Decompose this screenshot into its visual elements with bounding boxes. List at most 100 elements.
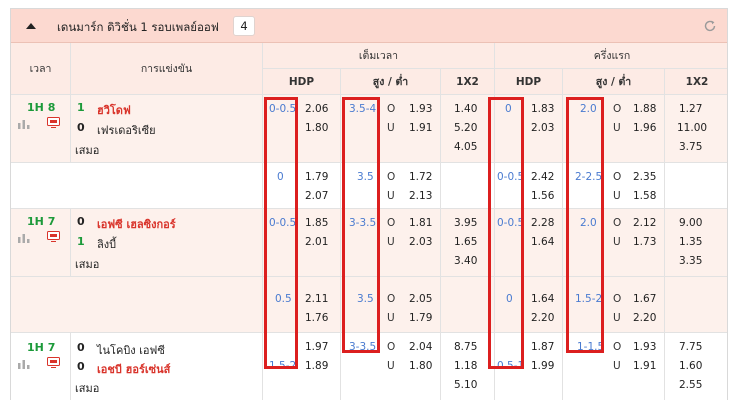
ft-hdp-home-odd[interactable]: 1.79	[305, 171, 328, 183]
stats-icon[interactable]	[18, 233, 30, 243]
fh-ou-line: 2-2.5	[575, 171, 603, 183]
fh-1x2-home[interactable]: 7.75	[679, 341, 702, 353]
under-label: U	[387, 236, 395, 248]
ft-over-odd[interactable]: 2.04	[409, 341, 432, 353]
chevron-up-icon[interactable]	[25, 20, 37, 32]
ft-over-odd[interactable]: 2.05	[409, 293, 432, 305]
ft-1x2-draw[interactable]: 3.40	[454, 255, 477, 267]
fh-over-odd[interactable]: 1.67	[633, 293, 656, 305]
ft-1x2-draw[interactable]: 4.05	[454, 141, 477, 153]
ft-hdp-home-odd[interactable]: 2.11	[305, 293, 328, 305]
fh-ou-line: 1-1.5	[577, 341, 605, 353]
live-tv-icon[interactable]	[47, 231, 60, 242]
ft-1x2-home[interactable]: 1.40	[454, 103, 477, 115]
stats-icon[interactable]	[18, 359, 30, 369]
fh-hdp-away-odd[interactable]: 2.20	[531, 312, 554, 324]
fh-1x2-home[interactable]: 1.27	[679, 103, 702, 115]
live-tv-icon[interactable]	[47, 357, 60, 368]
fh-hdp-line: 0	[506, 293, 513, 305]
home-team[interactable]: ฮวิโดฟ	[97, 101, 131, 119]
over-label: O	[613, 103, 622, 115]
over-label: O	[613, 217, 622, 229]
ft-ou-line: 3-3.5	[349, 217, 377, 229]
fh-over-odd[interactable]: 1.93	[633, 341, 656, 353]
ft-hdp-away-odd[interactable]: 2.07	[305, 190, 328, 202]
ft-over-odd[interactable]: 1.81	[409, 217, 432, 229]
over-label: O	[387, 341, 396, 353]
fh-hdp-home-odd[interactable]: 2.28	[531, 217, 554, 229]
under-label: U	[613, 360, 621, 372]
ft-hdp-home-odd[interactable]: 1.97	[305, 341, 328, 353]
fh-hdp-home-odd[interactable]: 1.83	[531, 103, 554, 115]
ft-over-odd[interactable]: 1.93	[409, 103, 432, 115]
fh-over-odd[interactable]: 1.88	[633, 103, 656, 115]
fh-hdp-home-odd[interactable]: 1.64	[531, 293, 554, 305]
under-label: U	[613, 236, 621, 248]
ft-1x2-away[interactable]: 5.20	[454, 122, 477, 134]
away-team[interactable]: ลิงบี้	[97, 235, 116, 253]
match-alt-row: 0.5 2.11 1.76 3.5 O 2.05 U 1.79 0 1.64 2…	[11, 277, 727, 333]
fh-hdp-away-odd[interactable]: 1.99	[531, 360, 554, 372]
draw-label: เสมอ	[75, 144, 100, 157]
ft-hdp-line: 0-0.5	[269, 217, 297, 229]
ft-1x2-draw[interactable]: 5.10	[454, 379, 477, 391]
fh-1x2-away[interactable]: 1.60	[679, 360, 702, 372]
fh-under-odd[interactable]: 1.91	[633, 360, 656, 372]
ft-hdp-away-odd[interactable]: 1.76	[305, 312, 328, 324]
ft-hdp-home-odd[interactable]: 2.06	[305, 103, 328, 115]
home-team[interactable]: เอฟซี เฮลซิงกอร์	[97, 215, 176, 233]
away-team[interactable]: เอชบี ฮอร์เซ่นส์	[97, 360, 170, 378]
header-ft-1x2: 1X2	[441, 69, 495, 95]
league-panel: เดนมาร์ก ดิวิชั่น 1 รอบเพลย์ออฟ 4 เวลา ก…	[10, 8, 728, 400]
refresh-icon[interactable]	[703, 19, 717, 33]
fh-1x2-draw[interactable]: 2.55	[679, 379, 702, 391]
ft-under-odd[interactable]: 1.80	[409, 360, 432, 372]
ft-1x2-away[interactable]: 1.18	[454, 360, 477, 372]
league-title: เดนมาร์ก ดิวิชั่น 1 รอบเพลย์ออฟ	[57, 20, 219, 34]
away-team[interactable]: เฟรเดอริเซีย	[97, 121, 156, 139]
fh-1x2-draw[interactable]: 3.75	[679, 141, 702, 153]
ft-1x2-away[interactable]: 1.65	[454, 236, 477, 248]
home-score: 0	[77, 215, 85, 228]
ft-hdp-away-odd[interactable]: 1.80	[305, 122, 328, 134]
fh-over-odd[interactable]: 2.35	[633, 171, 656, 183]
stats-icon[interactable]	[18, 119, 30, 129]
fh-over-odd[interactable]: 2.12	[633, 217, 656, 229]
ft-hdp-home-odd[interactable]: 1.85	[305, 217, 328, 229]
ft-under-odd[interactable]: 1.91	[409, 122, 432, 134]
fh-1x2-home[interactable]: 9.00	[679, 217, 702, 229]
fh-hdp-home-odd[interactable]: 2.42	[531, 171, 554, 183]
header-fh-ou: สูง / ต่ำ	[563, 69, 665, 95]
fh-under-odd[interactable]: 1.73	[633, 236, 656, 248]
fh-hdp-away-odd[interactable]: 1.56	[531, 190, 554, 202]
ft-hdp-away-odd[interactable]: 1.89	[305, 360, 328, 372]
fh-1x2-away[interactable]: 11.00	[677, 122, 707, 134]
ft-under-odd[interactable]: 2.13	[409, 190, 432, 202]
ft-over-odd[interactable]: 1.72	[409, 171, 432, 183]
fh-under-odd[interactable]: 1.58	[633, 190, 656, 202]
fh-hdp-home-odd[interactable]: 1.87	[531, 341, 554, 353]
home-team[interactable]: ไนโคบิง เอฟซี	[97, 341, 165, 359]
ft-1x2-home[interactable]: 8.75	[454, 341, 477, 353]
header-ft-ou: สูง / ต่ำ	[341, 69, 441, 95]
ft-ou-line: 3.5	[357, 171, 374, 183]
ft-1x2-home[interactable]: 3.95	[454, 217, 477, 229]
match-alt-row: 0 1.79 2.07 3.5 O 1.72 U 2.13 0-0.5 2.42…	[11, 163, 727, 209]
fh-hdp-away-odd[interactable]: 1.64	[531, 236, 554, 248]
ft-under-odd[interactable]: 2.03	[409, 236, 432, 248]
away-score: 0	[77, 121, 85, 134]
fh-ou-line: 2.0	[580, 103, 597, 115]
fh-1x2-draw[interactable]: 3.35	[679, 255, 702, 267]
fh-under-odd[interactable]: 2.20	[633, 312, 656, 324]
live-tv-icon[interactable]	[47, 117, 60, 128]
ft-hdp-line: 0	[277, 171, 284, 183]
fh-hdp-away-odd[interactable]: 2.03	[531, 122, 554, 134]
under-label: U	[387, 312, 395, 324]
ft-hdp-away-odd[interactable]: 2.01	[305, 236, 328, 248]
draw-label: เสมอ	[75, 258, 100, 271]
under-label: U	[613, 122, 621, 134]
ft-under-odd[interactable]: 1.79	[409, 312, 432, 324]
league-header[interactable]: เดนมาร์ก ดิวิชั่น 1 รอบเพลย์ออฟ 4	[11, 9, 727, 43]
fh-1x2-away[interactable]: 1.35	[679, 236, 702, 248]
fh-under-odd[interactable]: 1.96	[633, 122, 656, 134]
